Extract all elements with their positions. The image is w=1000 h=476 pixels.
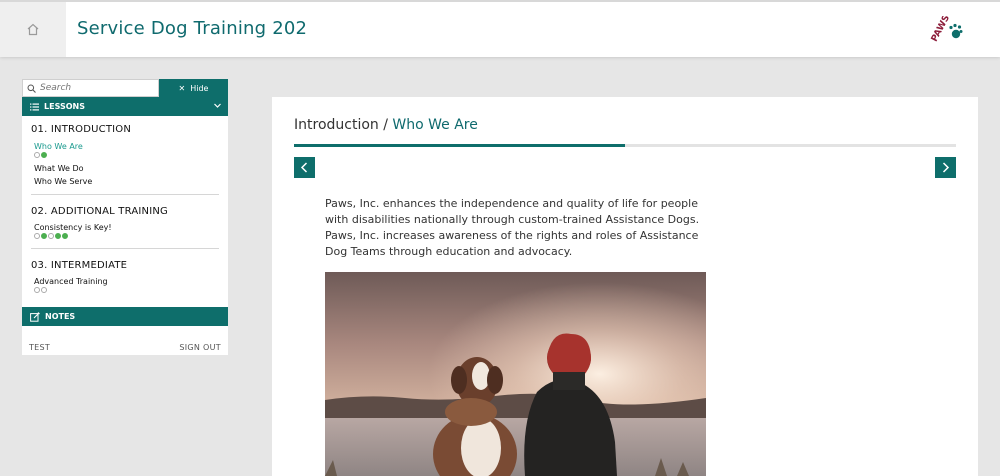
lesson-item-who-we-serve[interactable]: Who We Serve	[34, 177, 92, 186]
progress-dot-complete	[62, 233, 68, 239]
home-button[interactable]	[0, 2, 66, 57]
hide-label: Hide	[190, 83, 209, 93]
top-header: Service Dog Training 202 PAWS	[0, 0, 1000, 57]
lesson-item-consistency[interactable]: Consistency is Key!	[34, 223, 112, 232]
section-divider	[31, 194, 219, 195]
breadcrumb-separator: /	[378, 117, 393, 133]
search-input[interactable]	[40, 83, 150, 93]
section-divider	[31, 248, 219, 249]
chevron-left-icon	[300, 162, 308, 173]
chevron-down-icon[interactable]	[213, 101, 222, 110]
progress-dot-complete	[55, 233, 61, 239]
section-title-intermediate[interactable]: 03. INTERMEDIATE	[31, 260, 127, 271]
lessons-label: LESSONS	[44, 102, 85, 111]
current-user: TEST	[29, 343, 51, 352]
search-row: ✕ Hide	[22, 79, 228, 97]
progress-dot-incomplete	[34, 233, 40, 239]
edit-icon	[30, 311, 40, 322]
list-icon	[30, 103, 39, 110]
progress-dot-complete	[41, 233, 47, 239]
home-icon	[27, 23, 39, 36]
breadcrumb-current: Who We Are	[392, 117, 478, 133]
lesson-sidebar: ✕ Hide LESSONS 01. INTRODUCTION Who We A…	[22, 79, 228, 355]
paws-logo: PAWS	[926, 14, 966, 48]
lesson-photo	[325, 272, 706, 476]
hide-sidebar-button[interactable]: ✕ Hide	[159, 79, 228, 97]
lesson-progress-bar	[294, 144, 956, 147]
lesson-item-advanced-training[interactable]: Advanced Training	[34, 277, 108, 286]
lesson-item-what-we-do[interactable]: What We Do	[34, 164, 84, 173]
sign-out-link[interactable]: SIGN OUT	[179, 343, 221, 352]
previous-lesson-button[interactable]	[294, 157, 315, 178]
chevron-right-icon	[942, 162, 950, 173]
progress-dot-incomplete	[41, 287, 47, 293]
progress-dot-incomplete	[34, 287, 40, 293]
lesson-progress-who-we-are	[34, 152, 47, 159]
lesson-item-who-we-are[interactable]: Who We Are	[34, 142, 83, 151]
lesson-body-text: Paws, Inc. enhances the independence and…	[325, 197, 700, 258]
course-title: Service Dog Training 202	[77, 18, 308, 39]
lesson-progress-consistency	[34, 233, 68, 240]
close-icon: ✕	[178, 83, 186, 93]
search-icon	[27, 84, 36, 93]
lesson-progress-advanced-training	[34, 287, 47, 294]
svg-text:PAWS: PAWS	[930, 16, 952, 44]
progress-dot-incomplete	[34, 152, 40, 158]
progress-dot-complete	[41, 152, 47, 158]
lesson-progress-fill	[294, 144, 625, 147]
progress-dot-incomplete	[48, 233, 54, 239]
breadcrumb-parent[interactable]: Introduction	[294, 117, 379, 133]
notes-label: NOTES	[45, 312, 76, 321]
breadcrumb: Introduction / Who We Are	[294, 117, 478, 133]
next-lesson-button[interactable]	[935, 157, 956, 178]
search-field[interactable]	[22, 79, 159, 97]
notes-header[interactable]: NOTES	[22, 307, 228, 326]
lesson-content-card: Introduction / Who We Are Paws, Inc. enh…	[272, 97, 978, 476]
section-title-introduction[interactable]: 01. INTRODUCTION	[31, 124, 131, 135]
lessons-header[interactable]: LESSONS	[22, 97, 228, 116]
section-title-additional-training[interactable]: 02. ADDITIONAL TRAINING	[31, 206, 168, 217]
